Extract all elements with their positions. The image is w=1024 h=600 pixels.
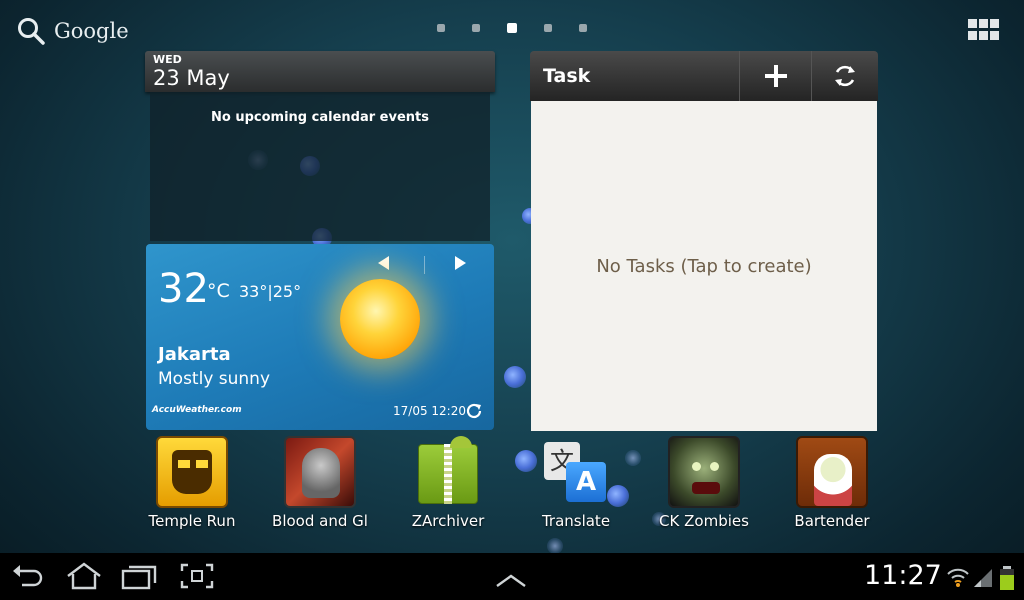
status-clock: 11:27 [864,560,942,591]
weather-widget[interactable]: 32 °C 33°|25° Jakarta Mostly sunny AccuW… [146,244,494,430]
translate-icon: 文 A [540,436,612,508]
recent-apps-icon[interactable] [120,561,158,591]
google-label: Google [54,19,129,43]
page-dot [472,24,480,32]
task-widget[interactable]: Task No Tasks (Tap to create) [530,51,878,431]
page-indicator [437,23,587,33]
app-label: ZArchiver [411,512,485,530]
search-icon [18,18,45,45]
page-dot [437,24,445,32]
task-empty-message: No Tasks (Tap to create) [596,255,812,277]
signal-icon [974,569,992,587]
back-icon[interactable] [10,561,46,591]
app-label: Blood and Gl [272,512,368,530]
chevron-up-icon[interactable] [494,565,528,595]
refresh-icon[interactable] [464,401,484,421]
home-icon[interactable] [64,561,104,591]
calendar-empty-message: No upcoming calendar events [211,110,429,125]
sunny-icon [340,279,420,359]
google-search-button[interactable]: Google [16,14,129,48]
calendar-weekday: WED [153,53,182,66]
plus-icon [764,65,787,87]
system-bar: 11:27 [0,553,1024,600]
app-shortcut-temple-run[interactable]: Temple Run [137,436,247,530]
previous-location-button[interactable] [378,256,389,270]
calendar-events-area[interactable]: No upcoming calendar events [150,92,490,241]
calendar-date: 23 May [153,66,230,90]
screenshot-icon[interactable] [178,561,216,591]
app-label: Bartender [794,512,870,530]
weather-updated-time: 17/05 12:20 [393,404,466,418]
add-task-button[interactable] [739,51,811,101]
page-dot [544,24,552,32]
task-title: Task [543,65,591,87]
app-shortcut-ck-zombies[interactable]: CK Zombies [649,436,759,530]
grid-icon [968,19,977,28]
calendar-header: WED 23 May [145,51,495,92]
zarchiver-icon [412,436,484,508]
weather-condition: Mostly sunny [158,369,271,389]
page-dot-active [507,23,517,33]
app-label: Temple Run [148,512,236,530]
battery-icon [1000,566,1014,590]
task-list-area[interactable]: No Tasks (Tap to create) [531,101,877,431]
app-label: CK Zombies [659,512,749,530]
app-label: Translate [541,512,611,530]
temple-run-icon [156,436,228,508]
calendar-widget[interactable]: WED 23 May No upcoming calendar events [145,51,495,241]
weather-high-low: 33°|25° [239,282,302,301]
nav-divider [424,256,425,274]
bartender-icon [796,436,868,508]
accuweather-logo: AccuWeather.com [152,405,242,415]
sync-tasks-button[interactable] [811,51,878,101]
app-shortcut-translate[interactable]: 文 A Translate [521,436,631,530]
blood-and-glory-icon [284,436,356,508]
ck-zombies-icon [668,436,740,508]
wifi-icon [947,568,969,587]
weather-city: Jakarta [158,344,231,365]
sync-icon [835,65,855,87]
weather-temperature: 32 [158,266,209,312]
app-shortcut-zarchiver[interactable]: ZArchiver [393,436,503,530]
weather-unit: °C [207,280,230,302]
task-header: Task [530,51,878,101]
next-location-button[interactable] [455,256,466,270]
page-dot [579,24,587,32]
app-shortcut-blood-and-glory[interactable]: Blood and Gl [265,436,375,530]
app-shortcut-bartender[interactable]: Bartender [777,436,887,530]
all-apps-button[interactable] [968,19,1000,41]
